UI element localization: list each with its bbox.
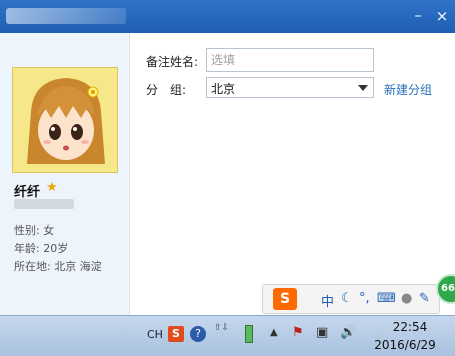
minimize-button[interactable]: – bbox=[408, 6, 428, 26]
action-center-flag-icon[interactable]: ⚑ bbox=[292, 325, 304, 340]
sogou-tray-icon[interactable]: S bbox=[168, 326, 184, 342]
profile-panel: 纤纤 ★ 性别: 女 年龄: 20岁 所在地: 北京 海淀 bbox=[0, 33, 130, 315]
punctuation-icon[interactable]: °, bbox=[359, 291, 370, 306]
sogou-logo-icon[interactable]: S bbox=[273, 288, 297, 310]
ime-arrows-icon[interactable]: ⇧⇩ bbox=[214, 323, 229, 333]
avatar bbox=[12, 67, 118, 173]
age-info: 年龄: 20岁 bbox=[14, 242, 69, 255]
ime-toolbar: S 中 ☾ °, ⌨ ● ✎ bbox=[262, 284, 440, 314]
show-hidden-icons-button[interactable]: ▲ bbox=[270, 327, 278, 338]
help-icon[interactable]: ? bbox=[190, 326, 206, 342]
remark-name-input[interactable] bbox=[206, 48, 374, 72]
taskbar: CH S ? ⇧⇩ ▲ ⚑ ▣ 🔊 22:54 2016/6/29 bbox=[0, 315, 455, 356]
remark-name-label: 备注姓名: bbox=[146, 55, 199, 69]
title-bar: – × bbox=[0, 0, 455, 33]
battery-icon[interactable] bbox=[245, 325, 253, 343]
close-button[interactable]: × bbox=[432, 6, 452, 26]
network-icon[interactable]: ▣ bbox=[316, 325, 328, 340]
user-icon[interactable]: ● bbox=[401, 291, 412, 306]
new-group-link[interactable]: 新建分组 bbox=[384, 81, 432, 98]
tools-icon[interactable]: ✎ bbox=[419, 291, 430, 306]
language-indicator[interactable]: CH bbox=[147, 328, 163, 341]
group-label: 分 组: bbox=[146, 83, 187, 97]
moon-icon[interactable]: ☾ bbox=[341, 291, 353, 306]
location-info: 所在地: 北京 海淀 bbox=[14, 260, 102, 273]
chinese-mode-icon[interactable]: 中 bbox=[321, 291, 334, 310]
clock-date[interactable]: 2016/6/29 bbox=[370, 338, 440, 352]
volume-icon[interactable]: 🔊 bbox=[340, 325, 356, 340]
group-select[interactable]: 北京 bbox=[206, 77, 374, 98]
keyboard-icon[interactable]: ⌨ bbox=[377, 291, 396, 306]
star-icon: ★ bbox=[46, 180, 58, 195]
blurred-account-id bbox=[14, 199, 74, 209]
group-select-value: 北京 bbox=[211, 82, 236, 96]
gender-info: 性别: 女 bbox=[14, 224, 55, 237]
chevron-down-icon[interactable] bbox=[358, 85, 368, 91]
avatar-illustration bbox=[13, 68, 117, 172]
nickname: 纤纤 bbox=[14, 185, 41, 200]
clock-time[interactable]: 22:54 bbox=[380, 320, 440, 334]
window-title-blurred bbox=[6, 8, 126, 24]
